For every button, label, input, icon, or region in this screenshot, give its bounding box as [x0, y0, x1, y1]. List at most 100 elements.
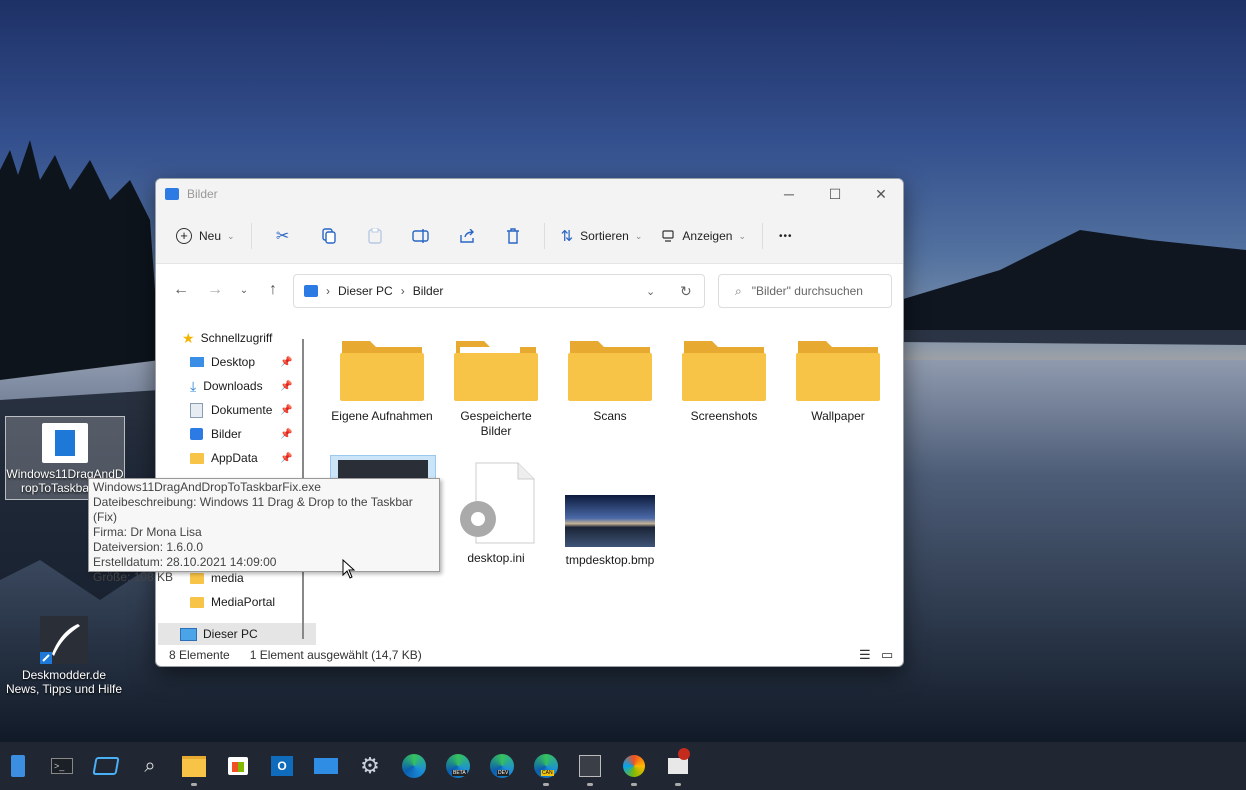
folder-icon [568, 337, 652, 401]
nav-item-appdata[interactable]: AppData 📌 [190, 447, 300, 469]
divider [250, 223, 252, 249]
folder-item[interactable]: Screenshots [672, 337, 776, 424]
search-icon: ⌕ [735, 283, 742, 298]
window-title: Bilder [187, 187, 218, 201]
minimize-button[interactable]: ─ [766, 179, 812, 209]
taskbar-mail[interactable] [304, 744, 348, 788]
title-bar[interactable]: Bilder ─ ☐ ✕ [156, 179, 903, 209]
pictures-location-icon [304, 285, 318, 297]
folder-item[interactable]: Eigene Aufnahmen [330, 337, 434, 424]
tooltip-line: Dateiversion: 1.6.0.0 [93, 540, 204, 554]
share-icon [452, 229, 482, 243]
share-button[interactable] [444, 220, 490, 252]
file-tooltip: Windows11DragAndDropToTaskbarFix.exe Dat… [88, 478, 440, 584]
documents-icon [190, 402, 203, 418]
taskbar-edge-canary[interactable]: CAN [524, 744, 568, 788]
delete-button[interactable] [490, 220, 536, 252]
monitor-icon [662, 230, 674, 242]
nav-item-desktop[interactable]: Desktop 📌 [190, 351, 300, 373]
mail-icon [314, 758, 338, 774]
view-button[interactable]: Anzeigen ⌄ [654, 220, 754, 252]
nav-label: Dieser PC [203, 627, 258, 641]
breadcrumb-this-pc[interactable]: Dieser PC [338, 284, 393, 298]
breadcrumb-separator: › [400, 284, 405, 298]
settings-file-icon [454, 461, 538, 545]
file-name: Screenshots [690, 409, 758, 423]
file-name: Gespeicherte Bilder [460, 409, 532, 438]
nav-item-pictures[interactable]: Bilder 📌 [190, 423, 300, 445]
image-thumbnail [565, 495, 655, 547]
details-view-icon[interactable]: ☰ [859, 647, 871, 663]
taskbar-terminal[interactable]: >_ [40, 744, 84, 788]
search-box[interactable]: ⌕ "Bilder" durchsuchen [718, 274, 892, 308]
copy-button[interactable] [306, 220, 352, 252]
taskbar-explorer[interactable] [172, 744, 216, 788]
folder-icon [190, 596, 204, 608]
up-button[interactable]: ↑ [256, 274, 290, 306]
file-name: Wallpaper [811, 409, 865, 423]
status-bar: 8 Elemente 1 Element ausgewählt (14,7 KB… [156, 644, 903, 666]
mouse-cursor-icon [342, 559, 356, 579]
arrow-right-icon: → [207, 281, 223, 298]
nav-quick-access[interactable]: ★ Schnellzugriff [182, 327, 272, 349]
taskbar-edge-beta[interactable]: BETA [436, 744, 480, 788]
beta-badge: BETA [452, 770, 467, 776]
taskbar-snip[interactable] [84, 744, 128, 788]
taskbar-remote[interactable] [656, 744, 700, 788]
breadcrumb-pictures[interactable]: Bilder [413, 284, 444, 298]
explorer-window: Bilder ─ ☐ ✕ + Neu ⌄ ✂ ⇅ Sortieren ⌄ Anz… [155, 178, 904, 667]
pictures-app-icon [165, 188, 179, 200]
running-indicator [631, 783, 637, 786]
back-button[interactable]: ← [164, 274, 198, 306]
address-history-dropdown[interactable]: ⌄ [646, 285, 655, 298]
recent-locations-button[interactable]: ⌄ [232, 274, 256, 306]
more-options-button[interactable]: ••• [771, 220, 801, 252]
taskbar-settings[interactable]: ⚙ [348, 744, 392, 788]
folder-item[interactable]: Wallpaper [786, 337, 890, 424]
taskbar-edge[interactable] [392, 744, 436, 788]
chevron-down-icon: ⌄ [239, 284, 249, 296]
taskbar-notepad[interactable] [0, 744, 40, 788]
tooltip-line: Größe: 108 KB [93, 570, 174, 584]
folder-item[interactable]: Scans [558, 337, 662, 424]
refresh-icon[interactable]: ↻ [680, 283, 692, 300]
divider [761, 223, 763, 249]
nav-item-downloads[interactable]: ⤓ Downloads 📌 [190, 375, 300, 397]
taskbar-paint[interactable] [568, 744, 612, 788]
nav-item-mediaportal[interactable]: MediaPortal [190, 591, 275, 613]
nav-item-this-pc[interactable]: Dieser PC [158, 623, 316, 645]
selection-info: 1 Element ausgewählt (14,7 KB) [249, 648, 422, 662]
close-button[interactable]: ✕ [858, 179, 903, 209]
search-icon: ⌕ [144, 754, 156, 777]
forward-button[interactable]: → [198, 274, 232, 306]
edge-beta-icon: BETA [446, 754, 470, 778]
tiles-view-icon[interactable]: ▭ [881, 647, 893, 663]
file-item[interactable]: desktop.ini [444, 461, 548, 566]
chevron-down-icon: ⌄ [227, 230, 235, 241]
desktop-icon-deskmodder[interactable]: Deskmodder.de News, Tipps und Hilfe [4, 616, 124, 700]
command-bar: + Neu ⌄ ✂ ⇅ Sortieren ⌄ Anzeigen ⌄ ••• [156, 209, 903, 264]
nav-item-documents[interactable]: Dokumente 📌 [190, 399, 300, 421]
pin-icon: 📌 [280, 380, 293, 392]
desktop-icon [190, 357, 204, 367]
paste-button[interactable] [352, 220, 398, 252]
taskbar-edge-dev[interactable]: DEV [480, 744, 524, 788]
sort-button[interactable]: ⇅ Sortieren ⌄ [553, 220, 651, 252]
address-bar[interactable]: › Dieser PC › Bilder ⌄ ↻ [293, 274, 705, 308]
folder-icon [682, 337, 766, 401]
maximize-button[interactable]: ☐ [812, 179, 858, 209]
taskbar-store[interactable] [216, 744, 260, 788]
folder-item[interactable]: Gespeicherte Bilder [444, 337, 548, 439]
cut-button[interactable]: ✂ [260, 220, 306, 252]
taskbar-outlook[interactable]: O [260, 744, 304, 788]
settings-icon: ⚙ [360, 753, 380, 778]
file-item[interactable]: tmpdesktop.bmp [558, 461, 662, 568]
nav-label: Bilder [211, 427, 242, 441]
rename-button[interactable] [398, 220, 444, 252]
running-indicator [543, 783, 549, 786]
trash-icon [498, 228, 528, 244]
taskbar-paint3d[interactable] [612, 744, 656, 788]
taskbar-search[interactable]: ⌕ [128, 744, 172, 788]
edge-icon [402, 754, 426, 778]
new-button[interactable]: + Neu ⌄ [168, 220, 243, 252]
